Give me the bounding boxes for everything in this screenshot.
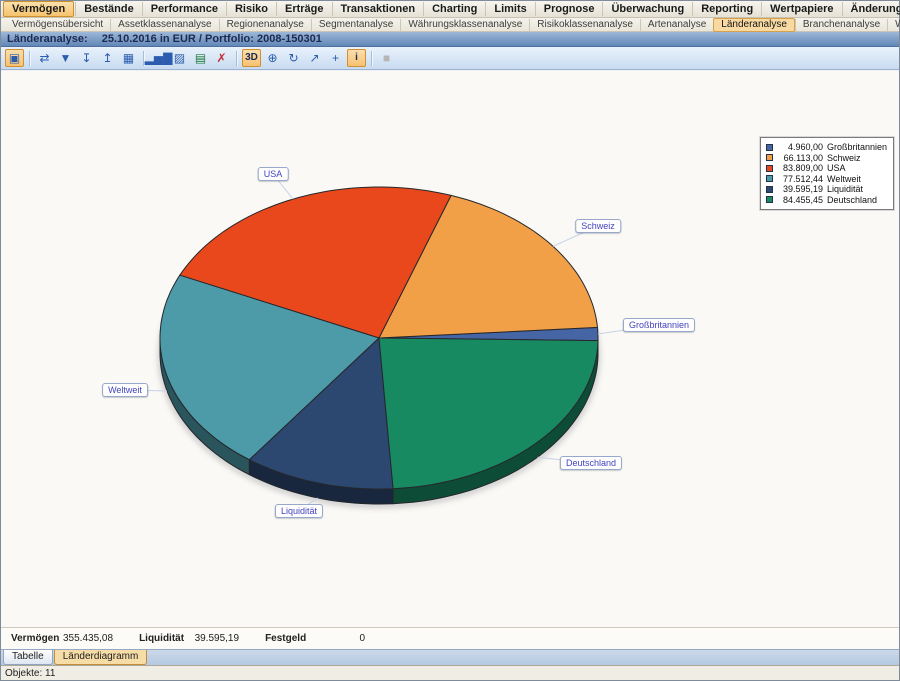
summary-value-festgeld: 0 (317, 633, 365, 644)
pie-label-gro-britannien: Großbritannien (623, 318, 695, 332)
placeholder-icon: ■ (377, 49, 396, 67)
legend-label-deutschland: Deutschland (827, 195, 877, 205)
pie-label-liquidit-t: Liquidität (275, 504, 323, 518)
refresh-icon[interactable]: ⇄ (35, 49, 54, 67)
legend-label-liquidit-t: Liquidität (827, 184, 863, 194)
chart-legend: 4.960,00Großbritannien66.113,00Schweiz83… (760, 137, 894, 210)
legend-item-schweiz: 66.113,00 Schweiz (766, 153, 887, 164)
subtab-artenanalyse[interactable]: Artenanalyse (640, 19, 713, 31)
summary-value-liquidit-t: 39.595,19 (191, 633, 239, 644)
legend-value-weltweit: 77.512,44 (777, 174, 823, 184)
statusbar: Objekte: 11 (1, 665, 899, 680)
legend-label-schweiz: Schweiz (827, 153, 861, 163)
summary-label-festgeld: Festgeld (265, 633, 317, 644)
legend-value-usa: 83.809,00 (777, 163, 823, 173)
menu-item-transaktionen[interactable]: Transaktionen (332, 2, 424, 16)
chart-funnel-icon[interactable]: ▦ (119, 49, 138, 67)
toolbar: ▣ ⇄▼↧↥▦ ▂▅▇▨▤✗ 3D⊕↻↗+i ■ (1, 47, 899, 70)
legend-item-usa: 83.809,00 USA (766, 163, 887, 174)
legend-value-deutschland: 84.455,45 (777, 195, 823, 205)
menu-item-wertpapiere[interactable]: Wertpapiere (761, 2, 841, 16)
legend-swatch-schweiz (766, 154, 773, 161)
pie-label-schweiz: Schweiz (575, 219, 621, 233)
menu-item-charting[interactable]: Charting (423, 2, 485, 16)
clipboard-delete-icon[interactable]: ✗ (212, 49, 231, 67)
menu-item-limits[interactable]: Limits (485, 2, 534, 16)
3d-toggle-button[interactable]: 3D (242, 49, 261, 67)
subtab-assetklassenanalyse[interactable]: Assetklassenanalyse (110, 19, 218, 31)
legend-value-gro-britannien: 4.960,00 (777, 142, 823, 152)
legend-value-schweiz: 66.113,00 (777, 153, 823, 163)
pan-icon[interactable]: ↗ (305, 49, 324, 67)
legend-label-gro-britannien: Großbritannien (827, 142, 887, 152)
menu-item-ertr-ge[interactable]: Erträge (276, 2, 332, 16)
menu-item-reporting[interactable]: Reporting (692, 2, 761, 16)
legend-swatch-gro-britannien (766, 144, 773, 151)
subtab-w-hrungsklassenanalyse[interactable]: Währungsklassenanalyse (400, 19, 529, 31)
subtab-branchenanalyse[interactable]: Branchenanalyse (795, 19, 887, 31)
legend-item-weltweit: 77.512,44 Weltweit (766, 174, 887, 185)
summary-bar: Vermögen355.435,08 Liquidität39.595,19 Fes… (1, 627, 899, 649)
legend-swatch-liquidit-t (766, 186, 773, 193)
legend-value-liquidit-t: 39.595,19 (777, 184, 823, 194)
bottom-tab-l-nderdiagramm[interactable]: Länderdiagramm (54, 650, 148, 665)
add-icon[interactable]: + (326, 49, 345, 67)
legend-swatch-deutschland (766, 196, 773, 203)
legend-label-usa: USA (827, 163, 846, 173)
chart-layout-icon[interactable]: ▣ (5, 49, 24, 67)
legend-swatch-weltweit (766, 175, 773, 182)
pie-label-usa: USA (258, 167, 289, 181)
subtab-verm-gens-bersicht[interactable]: Vermögensübersicht (5, 19, 110, 31)
menu-item-risiko[interactable]: Risiko (226, 2, 276, 16)
legend-item-liquidit-t: 39.595,19 Liquidität (766, 184, 887, 195)
toolbar-separator (371, 51, 372, 66)
toolbar-separator (29, 51, 30, 66)
summary-label-verm-gen: Vermögen (11, 633, 63, 644)
view-title-detail: 25.10.2016 in EUR / Portfolio: 2008-1503… (102, 33, 322, 45)
zoom-icon[interactable]: ⊕ (263, 49, 282, 67)
summary-value-verm-gen: 355.435,08 (63, 633, 113, 644)
menu-item-berwachung[interactable]: Überwachung (602, 2, 692, 16)
bottom-tab-bar: TabelleLänderdiagramm (1, 649, 899, 665)
pie-label-deutschland: Deutschland (560, 456, 622, 470)
subtab-l-nderanalyse[interactable]: Länderanalyse (713, 18, 795, 32)
bottom-tab-tabelle[interactable]: Tabelle (3, 650, 53, 665)
submenu-bar: VermögensübersichtAssetklassenanalyseReg… (1, 18, 899, 32)
subtab-regionenanalyse[interactable]: Regionenanalyse (219, 19, 311, 31)
subtab-segmentanalyse[interactable]: Segmentanalyse (311, 19, 401, 31)
legend-item-gro-britannien: 4.960,00 Großbritannien (766, 142, 887, 153)
menu-item-best-nde[interactable]: Bestände (75, 2, 142, 16)
filter-icon[interactable]: ▼ (56, 49, 75, 67)
summary-label-liquidit-t: Liquidität (139, 633, 191, 644)
bar-chart-icon[interactable]: ▂▅▇ (149, 49, 168, 67)
legend-item-deutschland: 84.455,45 Deutschland (766, 195, 887, 206)
drilldown-icon[interactable]: ↧ (77, 49, 96, 67)
chart-image-icon[interactable]: ▨ (170, 49, 189, 67)
object-count: Objekte: 11 (5, 668, 55, 679)
application-window: VermögenBeständePerformanceRisikoErträge… (0, 0, 900, 681)
subtab-risikoklassenanalyse[interactable]: Risikoklassenanalyse (529, 19, 640, 31)
drillup-icon[interactable]: ↥ (98, 49, 117, 67)
info-toggle-button[interactable]: i (347, 49, 366, 67)
menu-item-performance[interactable]: Performance (142, 2, 226, 16)
pie-label-weltweit: Weltweit (102, 383, 148, 397)
chart-area: 4.960,00Großbritannien66.113,00Schweiz83… (1, 70, 899, 627)
toolbar-separator (236, 51, 237, 66)
menubar: VermögenBeständePerformanceRisikoErträge… (1, 1, 899, 18)
menu-item-verm-gen[interactable]: Vermögen (3, 1, 74, 17)
menu-item-prognose[interactable]: Prognose (535, 2, 603, 16)
legend-swatch-usa (766, 165, 773, 172)
excel-export-icon[interactable]: ▤ (191, 49, 210, 67)
menu-item-nderungsnachverfolgung[interactable]: Änderungsnachverfolgung (842, 2, 900, 16)
view-titlebar: Länderanalyse: 25.10.2016 in EUR / Portf… (1, 32, 899, 47)
rotate-icon[interactable]: ↻ (284, 49, 303, 67)
subtab-w-hrungsanalyse[interactable]: Währungsanalyse (887, 19, 900, 31)
legend-label-weltweit: Weltweit (827, 174, 861, 184)
view-title: Länderanalyse: (7, 33, 88, 45)
